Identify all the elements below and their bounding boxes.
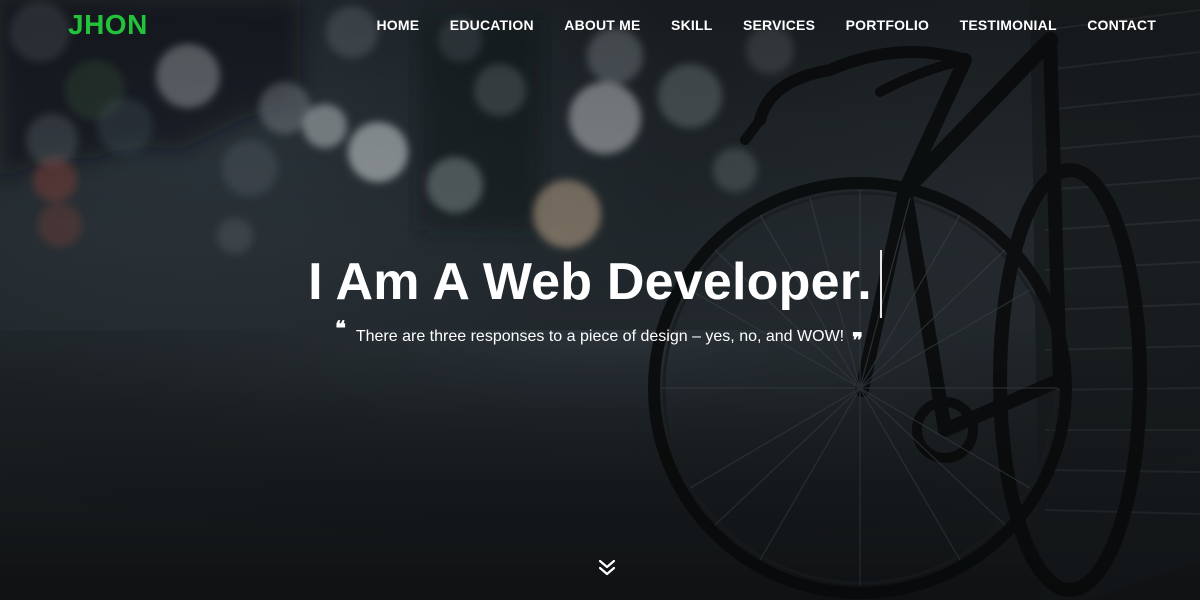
hero-section: JHON HOME EDUCATION ABOUT ME SKILL SERVI… [0, 0, 1200, 600]
hero-headline: I Am A Web Developer. [0, 248, 1200, 318]
hero-quote: ❝ There are three responses to a piece of… [0, 318, 1200, 350]
nav-link-skill[interactable]: SKILL [671, 17, 712, 33]
site-logo[interactable]: JHON [68, 9, 148, 41]
nav-item-services: SERVICES [743, 17, 815, 35]
open-quote-icon: ❝ [335, 316, 346, 340]
headline-text: I Am A Web Developer. [308, 253, 872, 311]
typing-cursor [879, 250, 882, 318]
nav-link-about-me[interactable]: ABOUT ME [564, 17, 640, 33]
nav-item-portfolio: PORTFOLIO [846, 17, 929, 35]
nav-link-education[interactable]: EDUCATION [450, 17, 534, 33]
double-chevron-down-icon[interactable] [598, 558, 616, 578]
nav-link-testimonial[interactable]: TESTIMONIAL [960, 17, 1057, 33]
nav-link-portfolio[interactable]: PORTFOLIO [846, 17, 929, 33]
nav-item-home: HOME [376, 17, 419, 35]
nav-link-contact[interactable]: CONTACT [1087, 17, 1156, 33]
nav-item-education: EDUCATION [450, 17, 534, 35]
quote-text: There are three responses to a piece of … [355, 328, 845, 345]
nav-item-testimonial: TESTIMONIAL [960, 17, 1057, 35]
close-quote-icon: ❞ [852, 328, 863, 352]
nav-menu: HOME EDUCATION ABOUT ME SKILL SERVICES P… [376, 17, 1156, 35]
nav-link-services[interactable]: SERVICES [743, 17, 815, 33]
top-navbar: JHON HOME EDUCATION ABOUT ME SKILL SERVI… [0, 0, 1200, 50]
nav-item-contact: CONTACT [1087, 17, 1156, 35]
nav-item-skill: SKILL [671, 17, 712, 35]
nav-item-about-me: ABOUT ME [564, 17, 640, 35]
nav-link-home[interactable]: HOME [376, 17, 419, 33]
